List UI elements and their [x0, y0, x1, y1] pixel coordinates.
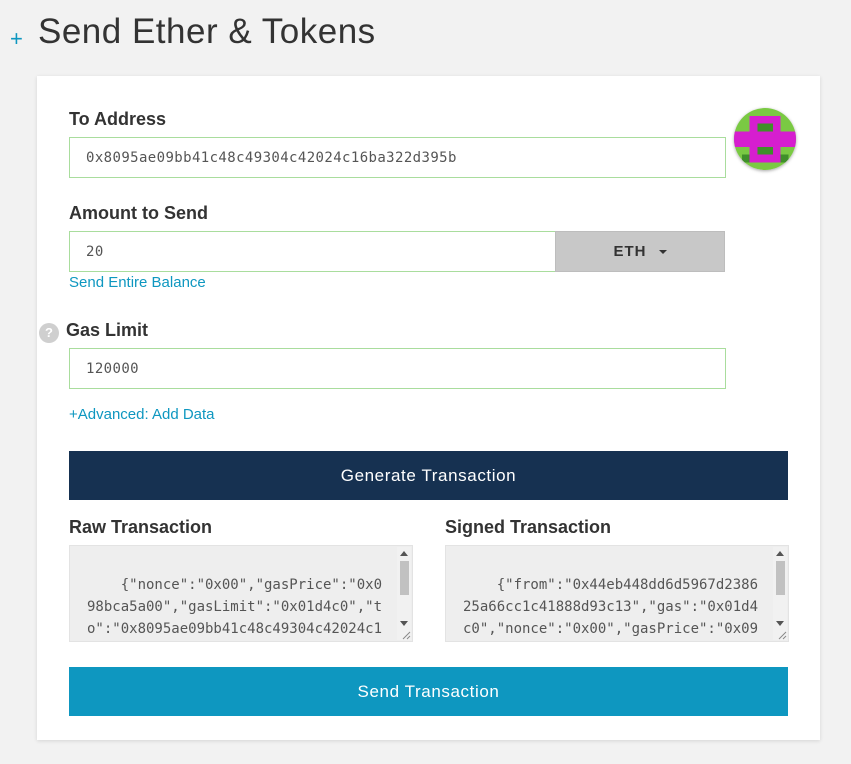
unit-dropdown[interactable]: ETH — [555, 231, 725, 272]
scroll-thumb[interactable] — [400, 561, 409, 595]
to-address-input[interactable] — [69, 137, 726, 178]
scroll-thumb[interactable] — [776, 561, 785, 595]
raw-transaction-label: Raw Transaction — [69, 517, 213, 537]
chevron-down-icon — [658, 249, 667, 254]
resize-handle-icon[interactable] — [401, 630, 411, 640]
signed-transaction-textarea[interactable]: {"from":"0x44eb448dd6d5967d238625a66cc1c… — [445, 545, 789, 642]
signed-transaction-label: Signed Transaction — [445, 517, 612, 537]
gas-limit-field[interactable] — [86, 349, 725, 388]
scroll-up-icon[interactable] — [400, 551, 408, 556]
to-address-field[interactable] — [86, 138, 725, 177]
identicon-avatar — [734, 108, 796, 170]
signed-transaction-text: {"from":"0x44eb448dd6d5967d238625a66cc1c… — [463, 577, 759, 637]
scroll-up-icon[interactable] — [776, 551, 784, 556]
resize-handle-icon[interactable] — [777, 630, 787, 640]
advanced-add-data-link[interactable]: +Advanced: Add Data — [69, 406, 215, 423]
unit-label: ETH — [613, 243, 647, 260]
send-entire-balance-link[interactable]: Send Entire Balance — [69, 274, 206, 291]
raw-transaction-textarea[interactable]: {"nonce":"0x00","gasPrice":"0x098bca5a00… — [69, 545, 413, 642]
amount-field[interactable] — [86, 232, 556, 271]
send-card: To Address Amount to Send ETH Send Entir… — [37, 76, 820, 740]
scroll-down-icon[interactable] — [400, 621, 408, 626]
gas-limit-label: Gas Limit — [66, 320, 149, 340]
send-transaction-button[interactable]: Send Transaction — [69, 667, 788, 716]
signed-transaction-scrollbar[interactable] — [773, 547, 787, 640]
generate-transaction-button[interactable]: Generate Transaction — [69, 451, 788, 500]
raw-transaction-scrollbar[interactable] — [397, 547, 411, 640]
identicon-icon — [734, 108, 796, 170]
page-title: Send Ether & Tokens — [38, 12, 376, 51]
plus-icon[interactable]: + — [10, 28, 23, 50]
page-header: + Send Ether & Tokens — [0, 0, 851, 70]
scroll-down-icon[interactable] — [776, 621, 784, 626]
amount-input[interactable] — [69, 231, 557, 272]
gas-limit-input[interactable] — [69, 348, 726, 389]
raw-transaction-text: {"nonce":"0x00","gasPrice":"0x098bca5a00… — [87, 577, 383, 637]
amount-label: Amount to Send — [69, 203, 208, 223]
help-icon[interactable]: ? — [39, 323, 59, 343]
to-address-label: To Address — [69, 109, 167, 129]
